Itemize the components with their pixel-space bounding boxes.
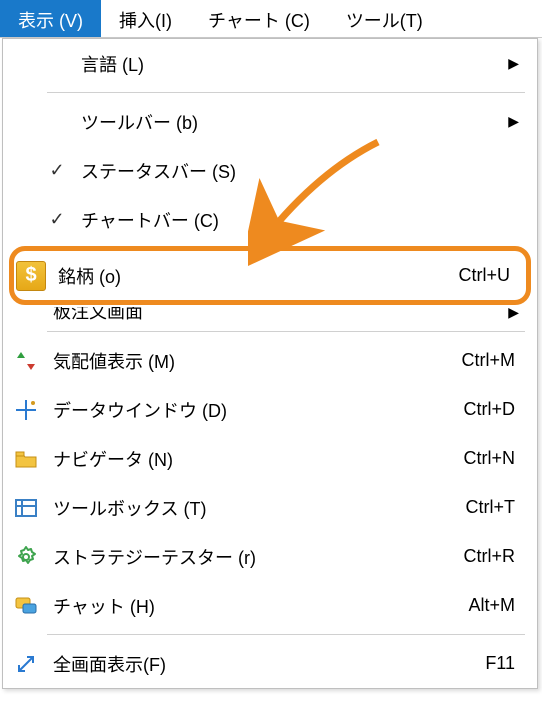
menu-chat[interactable]: チャット (H) Alt+M	[3, 581, 537, 630]
menu-strategy-tester[interactable]: ストラテジーテスター (r) Ctrl+R	[3, 532, 537, 581]
menu-data-window[interactable]: データウインドウ (D) Ctrl+D	[3, 385, 537, 434]
menu-data-window-label: データウインドウ (D)	[43, 397, 463, 423]
chat-bubbles-icon	[9, 589, 43, 623]
arrows-up-down-icon	[9, 344, 43, 378]
highlight-annotation: $ 銘柄 (o) Ctrl+U	[9, 246, 531, 305]
menu-symbols-label: 銘柄 (o)	[48, 263, 458, 289]
menu-toolbox[interactable]: ツールボックス (T) Ctrl+T	[3, 483, 537, 532]
expand-arrow-icon	[9, 647, 43, 681]
crosshair-icon	[9, 393, 43, 427]
menu-market-watch-label: 気配値表示 (M)	[43, 348, 462, 374]
view-dropdown: 言語 (L) ▶ ツールバー (b) ▶ ✓ ステータスバー (S) ✓ チャー…	[2, 38, 538, 689]
menubar-insert[interactable]: 挿入(I)	[101, 0, 190, 37]
separator	[47, 331, 525, 332]
check-icon: ✓	[43, 203, 71, 237]
menubar-tool[interactable]: ツール(T)	[328, 0, 441, 37]
menu-strategy-tester-label: ストラテジーテスター (r)	[43, 544, 463, 570]
blank-icon	[9, 154, 43, 188]
dollar-icon: $	[14, 259, 48, 293]
menu-toolbar-label: ツールバー (b)	[71, 109, 505, 135]
menu-symbols[interactable]: $ 銘柄 (o) Ctrl+U	[14, 251, 526, 300]
blank-check	[43, 105, 71, 139]
menu-fullscreen[interactable]: 全画面表示(F) F11	[3, 639, 537, 688]
grid-icon	[9, 491, 43, 525]
blank-check	[43, 47, 71, 81]
gear-icon	[9, 540, 43, 574]
blank-icon	[9, 105, 43, 139]
menu-market-watch-shortcut: Ctrl+M	[462, 350, 516, 371]
submenu-caret-icon: ▶	[505, 55, 519, 72]
separator	[47, 634, 525, 635]
submenu-caret-icon: ▶	[505, 307, 519, 317]
menu-symbols-shortcut: Ctrl+U	[458, 265, 510, 286]
menu-fullscreen-shortcut: F11	[485, 653, 515, 674]
blank-icon	[9, 47, 43, 81]
menu-data-window-shortcut: Ctrl+D	[463, 399, 515, 420]
menu-navigator[interactable]: ナビゲータ (N) Ctrl+N	[3, 434, 537, 483]
menu-toolbox-shortcut: Ctrl+T	[466, 497, 516, 518]
menu-toolbox-label: ツールボックス (T)	[43, 495, 466, 521]
menu-language-label: 言語 (L)	[71, 51, 505, 77]
menu-navigator-label: ナビゲータ (N)	[43, 446, 463, 472]
menubar-view[interactable]: 表示 (V)	[0, 0, 101, 37]
blank-icon	[9, 203, 43, 237]
menu-chartbar[interactable]: ✓ チャートバー (C)	[3, 195, 537, 244]
menu-fullscreen-label: 全画面表示(F)	[43, 651, 485, 677]
menu-navigator-shortcut: Ctrl+N	[463, 448, 515, 469]
menubar: 表示 (V) 挿入(I) チャート (C) ツール(T)	[0, 0, 542, 38]
menu-chartbar-label: チャートバー (C)	[71, 207, 519, 233]
menu-statusbar[interactable]: ✓ ステータスバー (S)	[3, 146, 537, 195]
menu-chat-shortcut: Alt+M	[468, 595, 515, 616]
menu-language[interactable]: 言語 (L) ▶	[3, 39, 537, 88]
separator	[47, 92, 525, 93]
folder-icon	[9, 442, 43, 476]
menu-obscured[interactable]: 板注文画面 ▶	[3, 307, 537, 327]
check-icon: ✓	[43, 154, 71, 188]
menu-toolbar[interactable]: ツールバー (b) ▶	[3, 97, 537, 146]
menubar-chart[interactable]: チャート (C)	[190, 0, 328, 37]
menu-chat-label: チャット (H)	[43, 593, 468, 619]
submenu-caret-icon: ▶	[505, 113, 519, 130]
menu-strategy-tester-shortcut: Ctrl+R	[463, 546, 515, 567]
menu-market-watch[interactable]: 気配値表示 (M) Ctrl+M	[3, 336, 537, 385]
menu-statusbar-label: ステータスバー (S)	[71, 158, 519, 184]
menu-obscured-label: 板注文画面	[9, 307, 505, 317]
